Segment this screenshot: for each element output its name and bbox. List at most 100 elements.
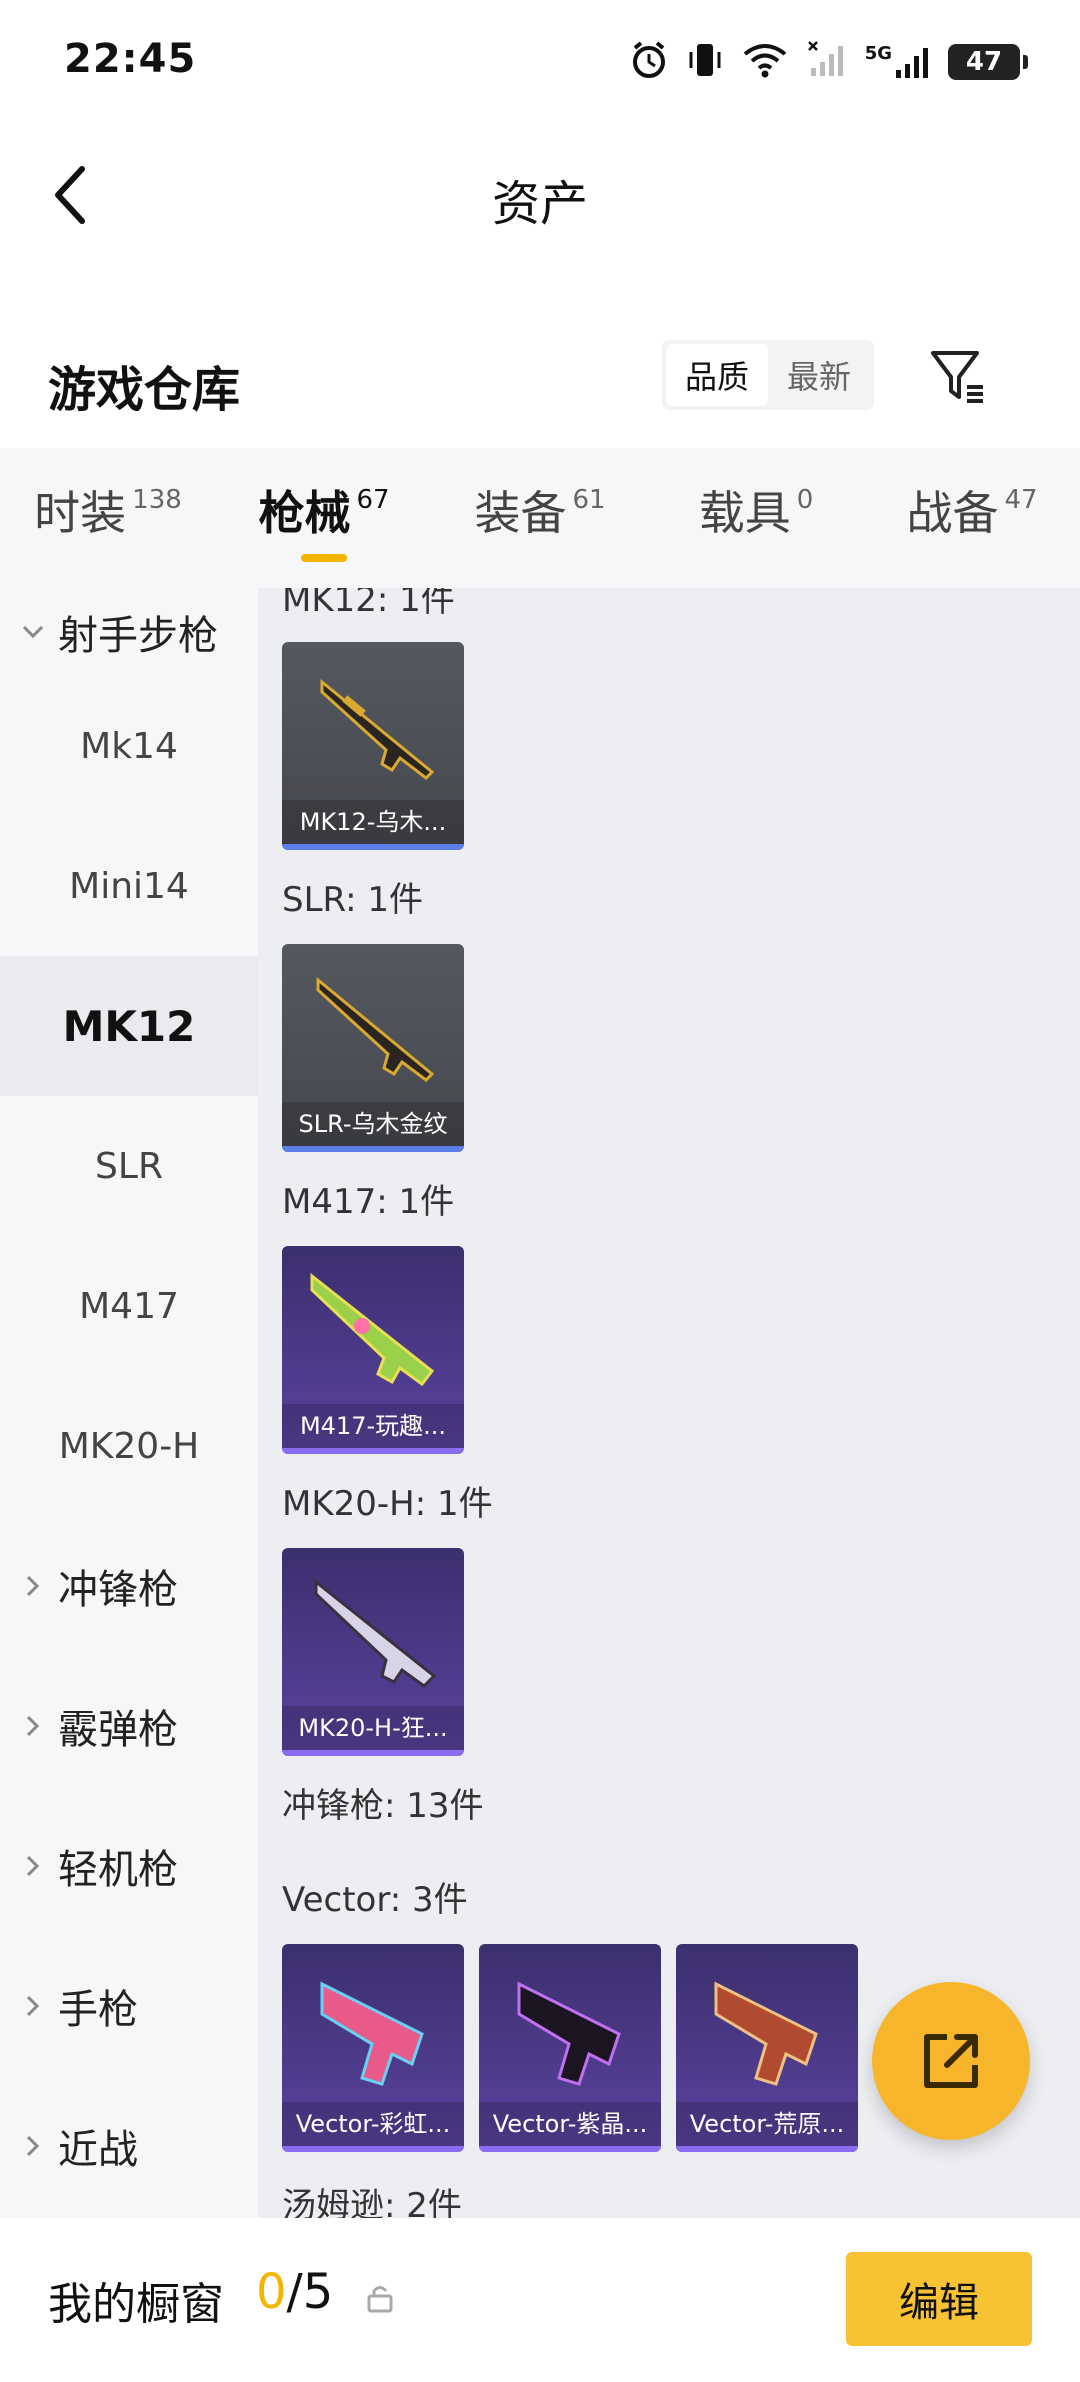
section-label-smg: 冲锋枪: 13件 [282, 1786, 484, 1826]
item-name: MK12-乌木... [282, 800, 464, 844]
sidebar-group-label: 冲锋枪 [58, 1567, 178, 1613]
vibrate-icon [687, 40, 723, 84]
filter-icon [931, 351, 983, 403]
category-tabs: 时装 138 枪械 67 装备 61 载具 0 战备 47 [0, 448, 1080, 588]
sidebar-group-label: 轻机枪 [58, 1847, 178, 1893]
sidebar-item-mk20h[interactable]: MK20-H [0, 1376, 258, 1516]
chevron-right-icon [18, 1575, 48, 1597]
quality-bar [676, 2146, 858, 2152]
share-icon [924, 2034, 978, 2088]
lock-icon [367, 2286, 393, 2313]
sidebar-item-m417[interactable]: M417 [0, 1236, 258, 1376]
sidebar-group-label: 霰弹枪 [58, 1707, 178, 1753]
tab-count: 0 [796, 485, 814, 515]
status-bar: 22:45 5G 47 [0, 0, 1080, 120]
sidebar-item-mini14[interactable]: Mini14 [0, 816, 258, 956]
warehouse-header: 游戏仓库 品质 最新 [0, 320, 1080, 440]
section-label-m417: M417: 1件 [282, 1182, 455, 1222]
sidebar-item-mk12[interactable]: MK12 [0, 956, 258, 1096]
wifi-icon [741, 40, 789, 84]
section-label-vector: Vector: 3件 [282, 1880, 468, 1920]
sidebar-group-marksman-rifles[interactable]: 射手步枪 [0, 588, 258, 676]
tab-supplies[interactable]: 战备 47 [864, 448, 1080, 588]
smg-icon [320, 1981, 424, 2086]
showcase-current: 0 [256, 2264, 287, 2320]
item-name: M417-玩趣... [282, 1404, 464, 1448]
warehouse-title: 游戏仓库 [48, 362, 241, 418]
sidebar-group-shotgun[interactable]: 霰弹枪 [0, 1656, 258, 1796]
network-label: 5G [864, 43, 892, 64]
tab-count: 47 [1004, 485, 1038, 515]
sidebar-group-pistol[interactable]: 手枪 [0, 1936, 258, 2076]
tab-vehicles[interactable]: 载具 0 [648, 448, 864, 588]
item-name: Vector-荒原... [676, 2102, 858, 2146]
sidebar-group-label: 近战 [58, 2127, 138, 2173]
tab-label: 载具 [698, 486, 791, 540]
share-button[interactable] [872, 1982, 1030, 2140]
tab-equipment[interactable]: 装备 61 [432, 448, 648, 588]
section-label-thompson: 汤姆逊: 2件 [282, 2186, 462, 2218]
rifle-icon [314, 1578, 437, 1688]
quality-bar [282, 2146, 464, 2152]
sidebar-item-slr[interactable]: SLR [0, 1096, 258, 1236]
rifle-icon [316, 976, 435, 1082]
tab-count: 67 [356, 485, 390, 515]
section-label-slr: SLR: 1件 [282, 880, 423, 920]
showcase-bar: 我的橱窗 0/5 编辑 [0, 2218, 1080, 2382]
item-card[interactable]: SLR-乌木金纹 [282, 944, 464, 1152]
tab-count: 61 [572, 485, 606, 515]
quality-bar [282, 1750, 464, 1756]
chevron-right-icon [18, 1855, 48, 1877]
sort-toggle: 品质 最新 [662, 340, 874, 410]
chevron-down-icon [18, 625, 48, 639]
item-card[interactable]: M417-玩趣... [282, 1246, 464, 1454]
quality-bar [282, 1448, 464, 1454]
section-label-mk12: MK12: 1件 [282, 588, 455, 620]
sort-newest-option[interactable]: 最新 [768, 344, 870, 406]
tab-fashion[interactable]: 时装 138 [0, 448, 216, 588]
item-card[interactable]: Vector-荒原... [676, 1944, 858, 2152]
quality-bar [479, 2146, 661, 2152]
showcase-total: /5 [286, 2264, 334, 2320]
tab-weapons[interactable]: 枪械 67 [216, 448, 432, 588]
tab-label: 战备 [906, 486, 999, 540]
sidebar-group-melee[interactable]: 近战 [0, 2076, 258, 2216]
section-label-mk20h: MK20-H: 1件 [282, 1484, 493, 1524]
showcase-label: 我的橱窗 [48, 2279, 224, 2330]
item-name: Vector-彩虹... [282, 2102, 464, 2146]
sidebar-group-lmg[interactable]: 轻机枪 [0, 1796, 258, 1936]
battery-level: 47 [965, 47, 1003, 77]
rifle-icon [320, 678, 435, 780]
chevron-right-icon [18, 1995, 48, 2017]
status-time: 22:45 [64, 36, 197, 82]
item-card[interactable]: Vector-紫晶... [479, 1944, 661, 2152]
signal-weak-icon [807, 40, 847, 84]
edit-button[interactable]: 编辑 [846, 2252, 1032, 2346]
sidebar-item-mk14[interactable]: Mk14 [0, 676, 258, 816]
item-card[interactable]: Vector-彩虹... [282, 1944, 464, 2152]
sidebar-group-smg[interactable]: 冲锋枪 [0, 1516, 258, 1656]
quality-bar [282, 1146, 464, 1152]
showcase-count: 0/5 [256, 2264, 333, 2320]
filter-button[interactable] [922, 342, 992, 412]
item-name: Vector-紫晶... [479, 2102, 661, 2146]
status-icons: 5G 47 [629, 40, 1028, 84]
item-card[interactable]: MK20-H-狂... [282, 1548, 464, 1756]
item-name: MK20-H-狂... [282, 1706, 464, 1750]
title-bar: 资产 [0, 120, 1080, 260]
item-name: SLR-乌木金纹 [282, 1102, 464, 1146]
sort-quality-option[interactable]: 品质 [666, 344, 768, 406]
alarm-icon [629, 40, 669, 84]
tab-label: 枪械 [258, 486, 351, 540]
signal-5g-icon: 5G [865, 42, 930, 82]
tab-count: 138 [132, 485, 182, 515]
item-card[interactable]: MK12-乌木... [282, 642, 464, 850]
rifle-icon [310, 1272, 435, 1387]
weapon-category-sidebar: 射手步枪 Mk14 Mini14 MK12 SLR M417 MK20-H 冲锋… [0, 588, 258, 2218]
chevron-right-icon [18, 1715, 48, 1737]
smg-icon [714, 1981, 818, 2086]
page-title: 资产 [491, 176, 588, 232]
active-tab-indicator [301, 554, 347, 562]
tab-label: 装备 [474, 486, 567, 540]
inventory-list[interactable]: MK12: 1件 MK12-乌木... SLR: 1件 SLR-乌木金纹 M41… [258, 588, 1080, 2218]
